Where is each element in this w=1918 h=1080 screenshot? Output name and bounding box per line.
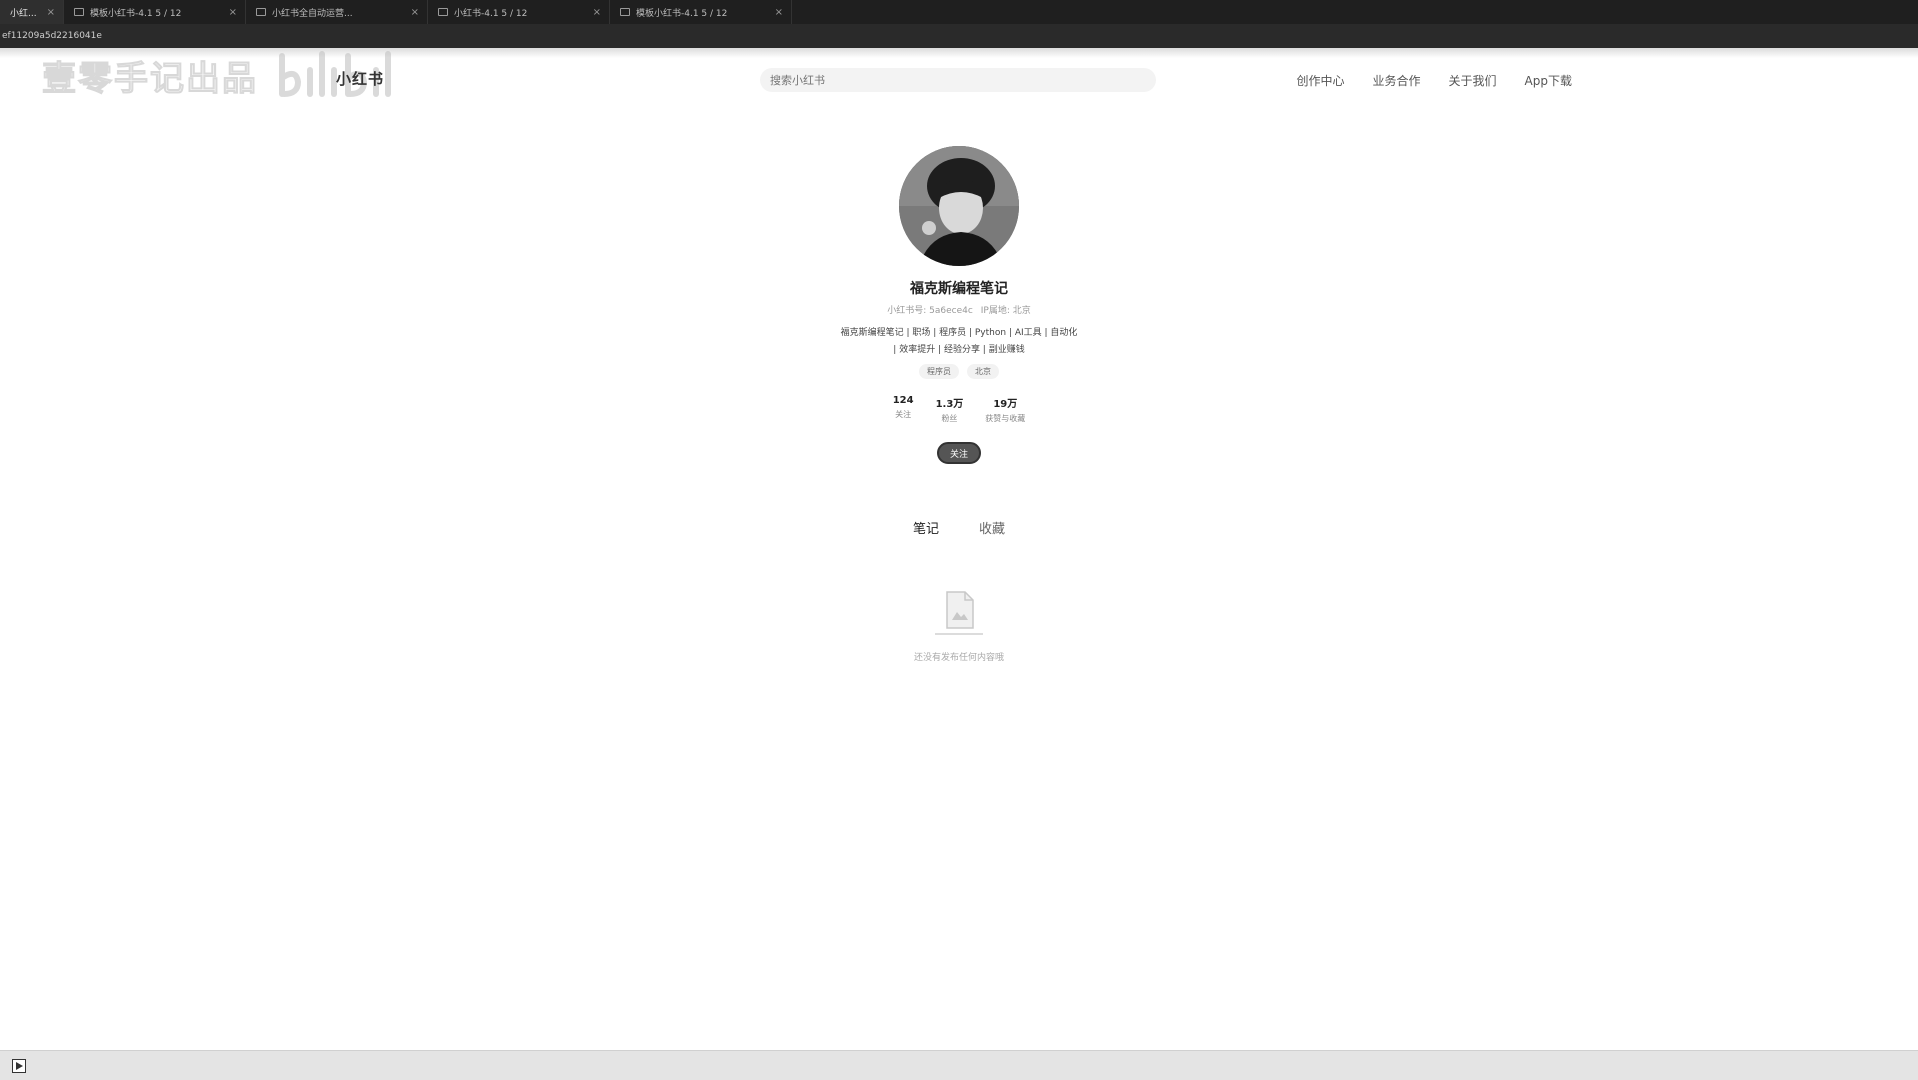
site-logo[interactable]: 小红书 (336, 68, 384, 89)
close-icon[interactable]: × (411, 7, 419, 18)
browser-tab[interactable]: 模板小红书-4.1 5 / 12 × (610, 0, 792, 24)
browser-tab[interactable]: 小红... × (0, 0, 64, 24)
browser-tab-title: 小红... (10, 8, 37, 19)
page-icon (620, 8, 630, 16)
user-stats: 124 关注 1.3万 粉丝 19万 获赞与收藏 (893, 395, 1026, 424)
search-input[interactable] (770, 73, 1156, 87)
browser-tab-title: 模板小红书-4.1 5 / 12 (90, 8, 182, 19)
browser-tab[interactable]: 模板小红书-4.1 5 / 12 × (64, 0, 246, 24)
browser-tab-title: 小红书全自动运营... (272, 8, 353, 19)
user-meta: 小红书号: 5a6ece4c IP属地: 北京 (887, 303, 1031, 316)
browser-tab[interactable]: 小红书-4.1 5 / 12 × (428, 0, 610, 24)
empty-state: 还没有发布任何内容哦 (0, 590, 1918, 663)
stat-label: 粉丝 (941, 414, 958, 423)
page-icon (256, 8, 266, 16)
nav-link-about[interactable]: 关于我们 (1449, 72, 1497, 89)
stat-number: 1.3万 (935, 399, 964, 410)
stat-number: 19万 (993, 399, 1018, 410)
nav-link-business[interactable]: 业务合作 (1373, 72, 1421, 89)
tab-notes[interactable]: 笔记 (913, 518, 939, 537)
empty-state-text: 还没有发布任何内容哦 (913, 653, 1004, 663)
stat-following[interactable]: 124 关注 (893, 395, 914, 424)
ip-location: IP属地: 北京 (980, 306, 1031, 316)
user-tag: 北京 (967, 364, 999, 379)
address-text: ef11209a5d2216041e (2, 31, 102, 41)
close-icon[interactable]: × (593, 7, 601, 18)
page-icon (74, 8, 84, 16)
top-nav: 创作中心 业务合作 关于我们 App下载 (1297, 72, 1573, 89)
close-icon[interactable]: × (775, 7, 783, 18)
browser-tab-title: 小红书-4.1 5 / 12 (454, 8, 528, 19)
nav-link-creator-center[interactable]: 创作中心 (1297, 72, 1345, 89)
content-tabs: 笔记 收藏 (0, 518, 1918, 537)
user-tag: 程序员 (919, 364, 959, 379)
bio-line: 福克斯编程笔记 | 职场 | 程序员 | Python | AI工具 | 自动化 (840, 328, 1078, 338)
empty-document-icon (931, 590, 987, 640)
close-icon[interactable]: × (229, 7, 237, 18)
close-icon[interactable]: × (47, 7, 55, 18)
bio-line: | 效率提升 | 经验分享 | 副业赚钱 (893, 345, 1025, 355)
site-header: 小红书 创作中心 业务合作 关于我们 App下载 (0, 58, 1918, 102)
user-bio: 福克斯编程笔记 | 职场 | 程序员 | Python | AI工具 | 自动化… (841, 325, 1078, 359)
user-id: 小红书号: 5a6ece4c (887, 306, 973, 316)
tab-collections[interactable]: 收藏 (979, 518, 1005, 537)
nav-link-app-download[interactable]: App下载 (1525, 72, 1572, 89)
browser-tab-strip: 小红... × 模板小红书-4.1 5 / 12 × 小红书全自动运营... ×… (0, 0, 1918, 24)
user-name: 福克斯编程笔记 (910, 281, 1008, 297)
profile-card: 福克斯编程笔记 小红书号: 5a6ece4c IP属地: 北京 福克斯编程笔记 … (0, 146, 1918, 464)
stat-label: 获赞与收藏 (985, 414, 1026, 423)
follow-button[interactable]: 关注 (937, 442, 981, 464)
address-bar[interactable]: ef11209a5d2216041e (0, 24, 1918, 48)
page-icon (438, 8, 448, 16)
search-box[interactable] (760, 68, 1156, 92)
user-tags: 程序员 北京 (919, 364, 999, 379)
stat-likes: 19万 获赞与收藏 (985, 395, 1025, 424)
stat-number: 124 (892, 395, 914, 406)
stat-followers[interactable]: 1.3万 粉丝 (936, 395, 964, 424)
browser-tab-title: 模板小红书-4.1 5 / 12 (636, 8, 728, 19)
stat-label: 关注 (895, 410, 912, 419)
video-control-bar (0, 1050, 1918, 1080)
avatar[interactable] (899, 146, 1019, 266)
play-icon[interactable] (12, 1058, 26, 1077)
browser-tab[interactable]: 小红书全自动运营... × (246, 0, 428, 24)
